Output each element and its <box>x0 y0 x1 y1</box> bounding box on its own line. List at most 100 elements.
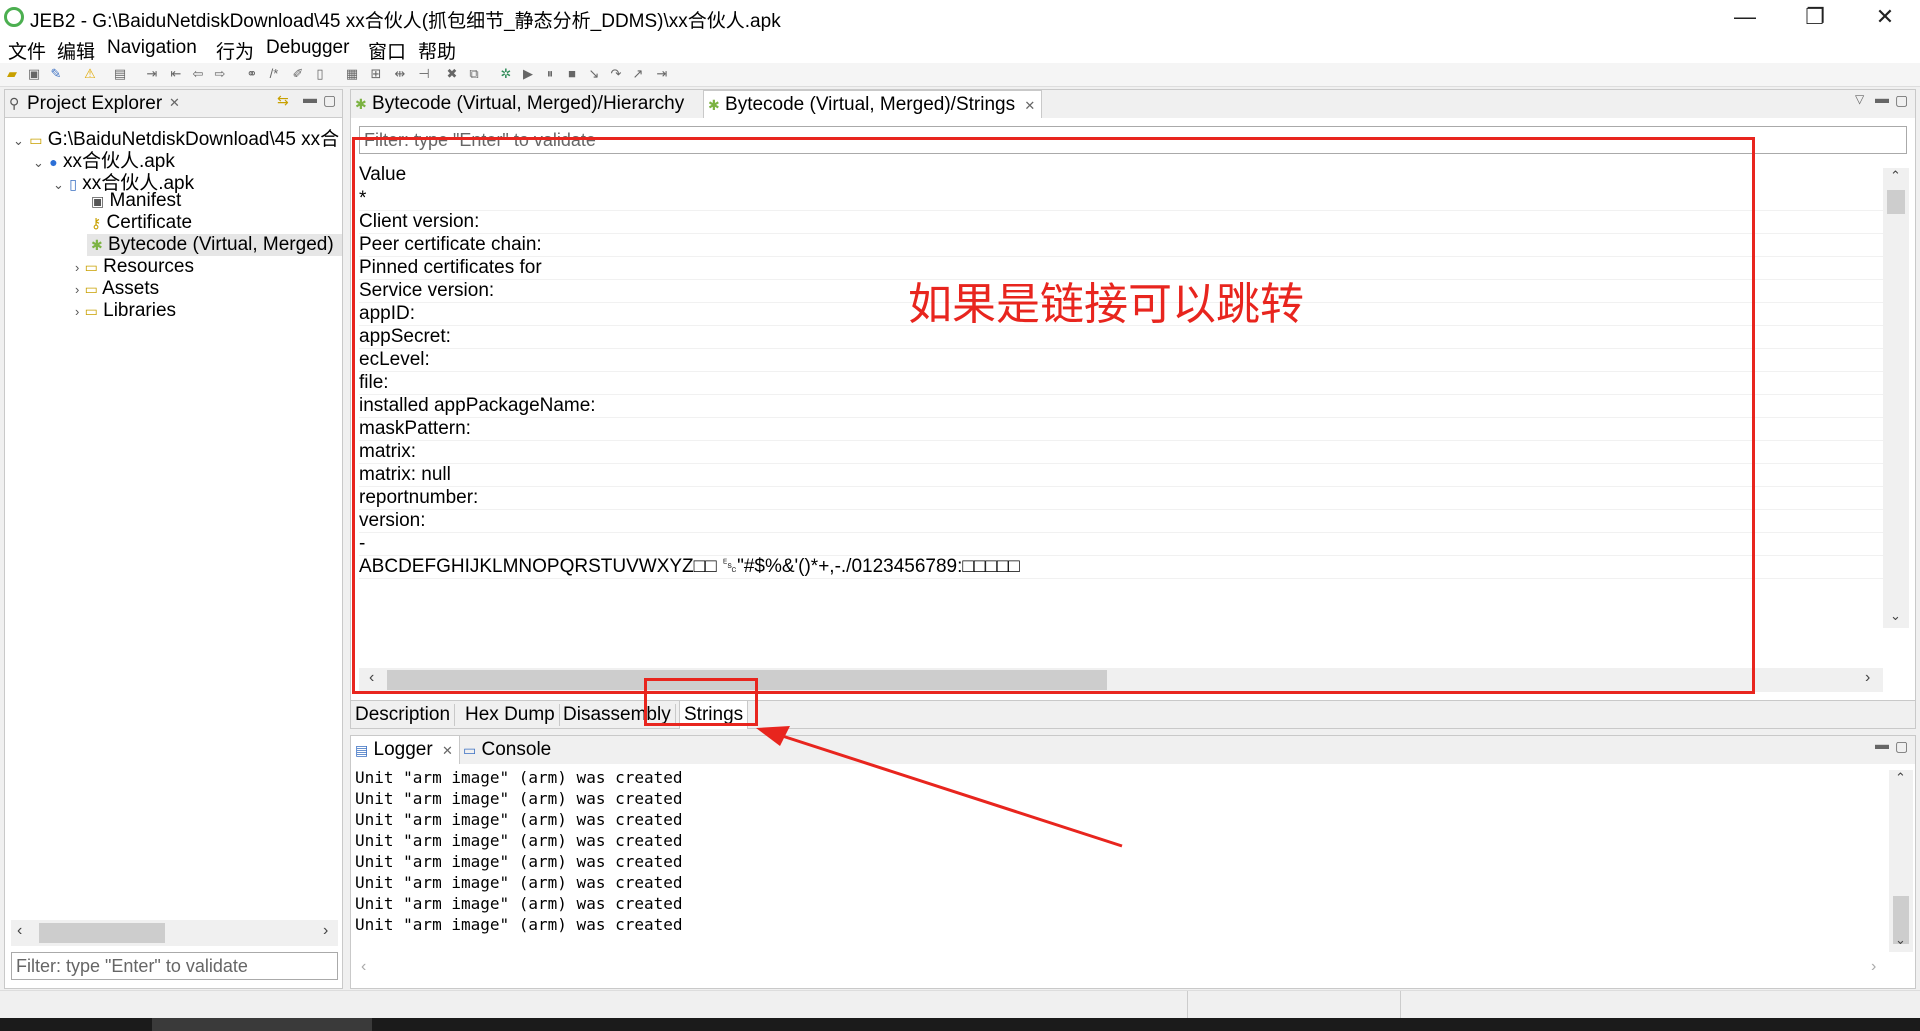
stop-icon[interactable]: ■ <box>564 66 580 82</box>
expand-icon[interactable]: ⇤ <box>168 66 184 82</box>
logger-icon: ▤ <box>355 742 369 758</box>
chevron-right-icon[interactable]: › <box>75 282 79 297</box>
explorer-tab-bar: ⚲ Project Explorer ✕ ⇆ ▬ ▢ <box>5 90 342 118</box>
forward-icon[interactable]: ⇨ <box>212 66 228 82</box>
tab-hex-dump[interactable]: Hex Dump <box>465 704 560 726</box>
scroll-left-icon[interactable]: ‹ <box>361 958 366 976</box>
warning-icon[interactable]: ⚠ <box>82 66 98 82</box>
tab-strings[interactable]: ✱ Bytecode (Virtual, Merged)/Strings ✕ <box>703 90 1043 118</box>
taskbar <box>0 1018 1920 1031</box>
split-icon[interactable]: ⇹ <box>392 66 408 82</box>
tab-hierarchy[interactable]: ✱ Bytecode (Virtual, Merged)/Hierarchy <box>355 93 684 115</box>
open-icon[interactable]: ▰ <box>4 66 20 82</box>
step-icon[interactable]: ⊣ <box>416 66 432 82</box>
menu-navigation[interactable]: Navigation <box>107 37 197 59</box>
tree-item-certificate[interactable]: ⚷ Certificate <box>91 212 192 234</box>
graph-icon[interactable]: ⊞ <box>368 66 384 82</box>
scroll-up-icon[interactable]: ⌃ <box>1890 168 1901 184</box>
strings-vscrollbar[interactable]: ⌃ ⌄ <box>1883 168 1909 628</box>
scroll-left-icon[interactable]: ‹ <box>17 922 22 940</box>
save-icon[interactable]: ▣ <box>26 66 42 82</box>
chevron-down-icon[interactable]: ⌄ <box>33 155 44 170</box>
scroll-right-icon[interactable]: › <box>1865 669 1870 687</box>
scroll-thumb[interactable] <box>1887 190 1905 214</box>
chevron-down-icon[interactable]: ⌄ <box>53 177 64 192</box>
scroll-thumb[interactable] <box>39 923 165 943</box>
annotation-text: 如果是链接可以跳转 <box>908 279 1304 330</box>
minimize-view-icon[interactable]: ▬ <box>1875 736 1889 752</box>
step-into-icon[interactable]: ↘ <box>586 66 602 82</box>
explorer-filter-input[interactable]: Filter: type "Enter" to validate <box>11 952 338 980</box>
explorer-hscrollbar[interactable]: ‹ › <box>11 920 338 946</box>
logger-hscrollbar[interactable]: ‹ › <box>355 958 1889 980</box>
tab-console[interactable]: ▭ Console <box>463 739 551 761</box>
run-icon[interactable]: ▶ <box>520 66 536 82</box>
scroll-down-icon[interactable]: ⌄ <box>1895 932 1906 948</box>
step-over-icon[interactable]: ↷ <box>608 66 624 82</box>
log-line: Unit "arm image" (arm) was created <box>355 768 683 787</box>
options-icon[interactable]: ✎ <box>48 66 64 82</box>
folder-icon: ▭ <box>84 281 98 297</box>
menu-action[interactable]: 行为 <box>216 37 254 64</box>
chevron-right-icon[interactable]: › <box>75 260 79 275</box>
rename-icon[interactable]: ✐ <box>290 66 306 82</box>
run-to-icon[interactable]: ⇥ <box>654 66 670 82</box>
logger-vscrollbar[interactable]: ⌃ ⌄ <box>1889 770 1913 952</box>
toolbar: ▰ ▣ ✎ ⚠ ▤ ⇥ ⇤ ⇦ ⇨ ⚭ /* ✐ ▯ ▦ ⊞ ⇹ ⊣ ✖ ⧉ ✲… <box>0 63 1920 87</box>
maximize-view-icon[interactable]: ▢ <box>323 92 336 109</box>
link-icon[interactable]: ⚭ <box>244 66 260 82</box>
menu-window[interactable]: 窗口 <box>368 37 406 64</box>
log-line: Unit "arm image" (arm) was created <box>355 852 683 871</box>
comment-icon[interactable]: /* <box>266 66 282 82</box>
tree-item-manifest[interactable]: ▣ Manifest <box>91 190 181 212</box>
tab-description[interactable]: Description <box>355 704 456 726</box>
chevron-right-icon[interactable]: › <box>75 304 79 319</box>
menu-edit[interactable]: 编辑 <box>57 37 95 64</box>
pause-icon[interactable]: ⏸ <box>542 66 558 82</box>
menu-file[interactable]: 文件 <box>8 37 46 64</box>
debug-icon[interactable]: ✲ <box>498 66 514 82</box>
close-icon[interactable]: ✕ <box>169 95 180 111</box>
scroll-down-icon[interactable]: ⌄ <box>1890 608 1901 624</box>
project-tree: ⌄ ▭ G:\BaiduNetdiskDownload\45 xx合 ⌄ ● x… <box>5 122 342 912</box>
grid-icon[interactable]: ▦ <box>344 66 360 82</box>
menu-help[interactable]: 帮助 <box>418 37 456 64</box>
tree-item-bytecode[interactable]: ✱ Bytecode (Virtual, Merged) <box>87 234 342 256</box>
log-line: Unit "arm image" (arm) was created <box>355 915 683 934</box>
minimize-view-icon[interactable]: ▬ <box>1875 90 1889 106</box>
delete-icon[interactable]: ✖ <box>444 66 460 82</box>
project-explorer-tab[interactable]: Project Explorer <box>27 93 162 115</box>
tree-item-assets[interactable]: › ▭ Assets <box>75 278 159 300</box>
project-explorer-panel: ⚲ Project Explorer ✕ ⇆ ▬ ▢ ⌄ ▭ G:\BaiduN… <box>4 89 343 989</box>
collapse-icon[interactable]: ⇥ <box>144 66 160 82</box>
view-menu-icon[interactable]: ▽ <box>1855 92 1864 106</box>
folder-icon: ▭ <box>84 303 98 319</box>
tree-item-resources[interactable]: › ▭ Resources <box>75 256 194 278</box>
restore-button[interactable]: ❐ <box>1780 0 1850 34</box>
scroll-right-icon[interactable]: › <box>323 922 328 940</box>
scroll-up-icon[interactable]: ⌃ <box>1895 770 1906 786</box>
link-editor-icon[interactable]: ⇆ <box>277 92 289 109</box>
tree-item-libraries[interactable]: › ▭ Libraries <box>75 300 176 322</box>
maximize-view-icon[interactable]: ▢ <box>1895 738 1908 755</box>
back-icon[interactable]: ⇦ <box>190 66 206 82</box>
chevron-down-icon[interactable]: ⌄ <box>13 133 24 148</box>
folder-icon: ▭ <box>84 259 98 275</box>
menu-bar: 文件 编辑 Navigation 行为 Debugger 窗口 帮助 <box>0 34 1920 63</box>
step-return-icon[interactable]: ↗ <box>630 66 646 82</box>
document-icon[interactable]: ▯ <box>312 66 328 82</box>
taskbar-app-button[interactable] <box>152 1018 372 1031</box>
console-icon: ▭ <box>463 742 477 758</box>
minimize-button[interactable]: — <box>1710 0 1780 34</box>
tab-logger[interactable]: ▤ Logger ✕ <box>351 736 460 764</box>
copy-icon[interactable]: ⧉ <box>466 66 482 82</box>
android-icon: ✱ <box>708 97 720 113</box>
scroll-right-icon[interactable]: › <box>1871 958 1876 976</box>
close-icon[interactable]: ✕ <box>1024 98 1035 113</box>
new-icon[interactable]: ▤ <box>112 66 128 82</box>
maximize-view-icon[interactable]: ▢ <box>1895 92 1908 109</box>
close-button[interactable]: ✕ <box>1850 0 1920 34</box>
minimize-view-icon[interactable]: ▬ <box>303 90 317 106</box>
menu-debugger[interactable]: Debugger <box>266 37 349 59</box>
close-icon[interactable]: ✕ <box>442 743 453 758</box>
